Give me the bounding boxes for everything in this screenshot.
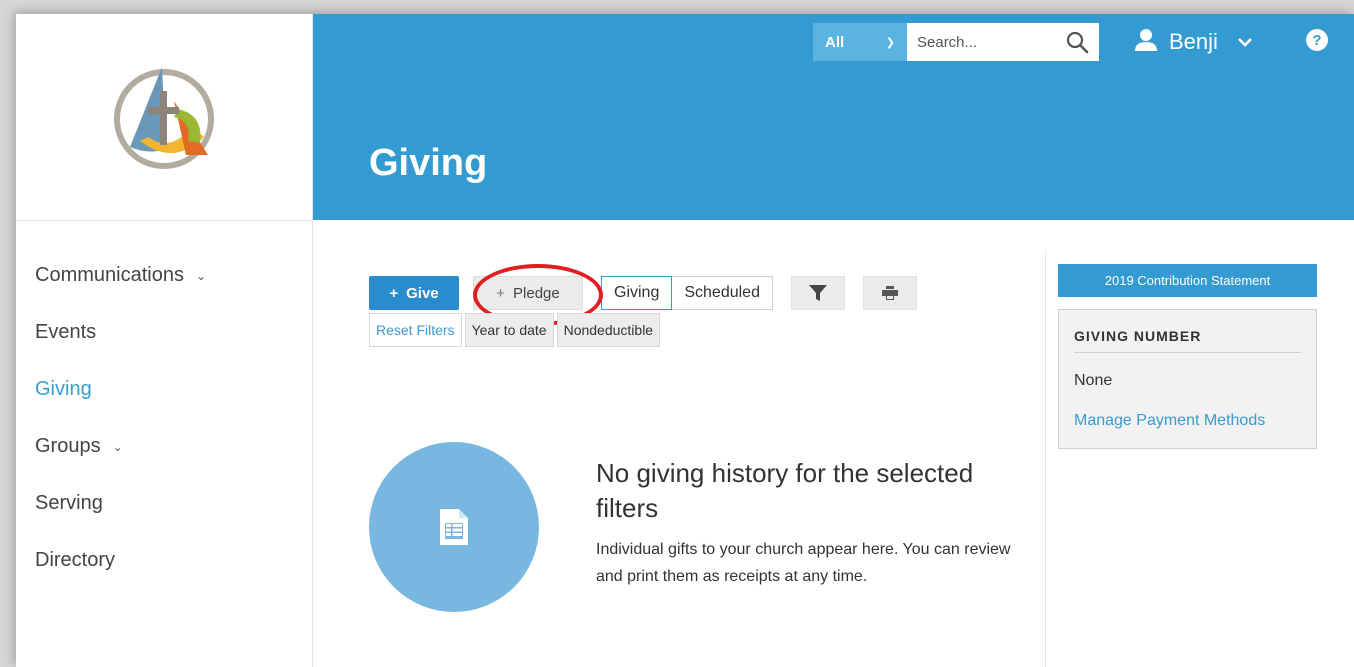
contribution-statement-button[interactable]: 2019 Contribution Statement [1058, 264, 1317, 297]
chevron-down-icon: ⌄ [195, 268, 207, 283]
giving-number-heading: GIVING NUMBER [1074, 328, 1301, 353]
pledge-button-label: Pledge [513, 284, 560, 302]
reset-filters-button[interactable]: Reset Filters [369, 313, 462, 347]
sidebar-nav: Communications ⌄ Events Giving Groups ⌄ … [16, 221, 312, 589]
sidebar-item-communications[interactable]: Communications ⌄ [16, 247, 312, 304]
pledge-button[interactable]: + Pledge [473, 276, 583, 310]
tab-scheduled[interactable]: Scheduled [672, 276, 773, 310]
sidebar-item-label: Communications [35, 264, 184, 286]
sidebar-item-events[interactable]: Events [16, 304, 312, 361]
giving-number-value: None [1074, 372, 1113, 389]
app-window: Communications ⌄ Events Giving Groups ⌄ … [16, 14, 1354, 667]
sidebar-item-label: Directory [35, 549, 116, 571]
search-scope-value: All [825, 33, 845, 51]
column-divider [1045, 250, 1046, 667]
chevron-down-icon [1238, 34, 1252, 50]
print-icon [881, 286, 898, 300]
document-icon [440, 509, 468, 545]
search-scope-select[interactable]: All ❯ [813, 23, 907, 61]
sidebar-item-label: Giving [35, 378, 92, 400]
manage-payment-methods-link[interactable]: Manage Payment Methods [1074, 412, 1265, 430]
filter-chip-nondeductible[interactable]: Nondeductible [556, 313, 661, 347]
help-icon[interactable]: ? [1305, 28, 1329, 57]
sidebar-item-label: Groups [35, 435, 101, 457]
tab-giving[interactable]: Giving [601, 276, 673, 310]
svg-text:?: ? [1312, 32, 1321, 49]
filter-icon [808, 285, 827, 301]
search-icon[interactable] [1065, 30, 1089, 59]
church-logo[interactable] [16, 14, 312, 221]
giving-toolbar: + Give + Pledge Giving Scheduled [369, 276, 917, 310]
view-tabs: Giving Scheduled [601, 276, 773, 310]
give-button-label: Give [406, 284, 439, 302]
print-button[interactable] [862, 276, 917, 310]
chevron-down-icon: ⌄ [112, 439, 123, 454]
sidebar-item-serving[interactable]: Serving [16, 475, 312, 532]
user-menu[interactable]: Benji [1133, 22, 1252, 62]
plus-icon: + [496, 284, 506, 302]
sidebar: Communications ⌄ Events Giving Groups ⌄ … [16, 14, 313, 667]
chevron-down-icon: ❯ [885, 36, 895, 49]
filter-button[interactable] [790, 276, 845, 310]
sidebar-item-label: Events [35, 321, 97, 343]
give-button[interactable]: + Give [369, 276, 459, 310]
empty-state-title: No giving history for the selected filte… [596, 458, 974, 523]
sidebar-item-groups[interactable]: Groups ⌄ [16, 418, 312, 475]
sidebar-item-label: Serving [35, 492, 103, 514]
sidebar-item-directory[interactable]: Directory [16, 532, 312, 589]
page-header: All ❯ Benji ? Giving [313, 14, 1354, 220]
page-title: Giving [369, 142, 488, 184]
search-input[interactable] [915, 26, 1059, 58]
empty-state-illustration [369, 442, 539, 612]
search-box [907, 23, 1099, 61]
main-content: + Give + Pledge Giving Scheduled Reset F… [313, 220, 1046, 667]
empty-state-description: Individual gifts to your church appear h… [596, 541, 1011, 585]
church-logo-icon [114, 67, 214, 169]
user-icon [1133, 26, 1159, 58]
active-filters: Reset Filters Year to date Nondeductible [369, 313, 663, 347]
filter-chip-year-to-date[interactable]: Year to date [464, 313, 554, 347]
user-name: Benji [1169, 29, 1218, 54]
plus-icon: + [389, 284, 399, 302]
giving-number-panel: GIVING NUMBER None Manage Payment Method… [1058, 309, 1317, 449]
sidebar-item-giving[interactable]: Giving [16, 361, 312, 418]
